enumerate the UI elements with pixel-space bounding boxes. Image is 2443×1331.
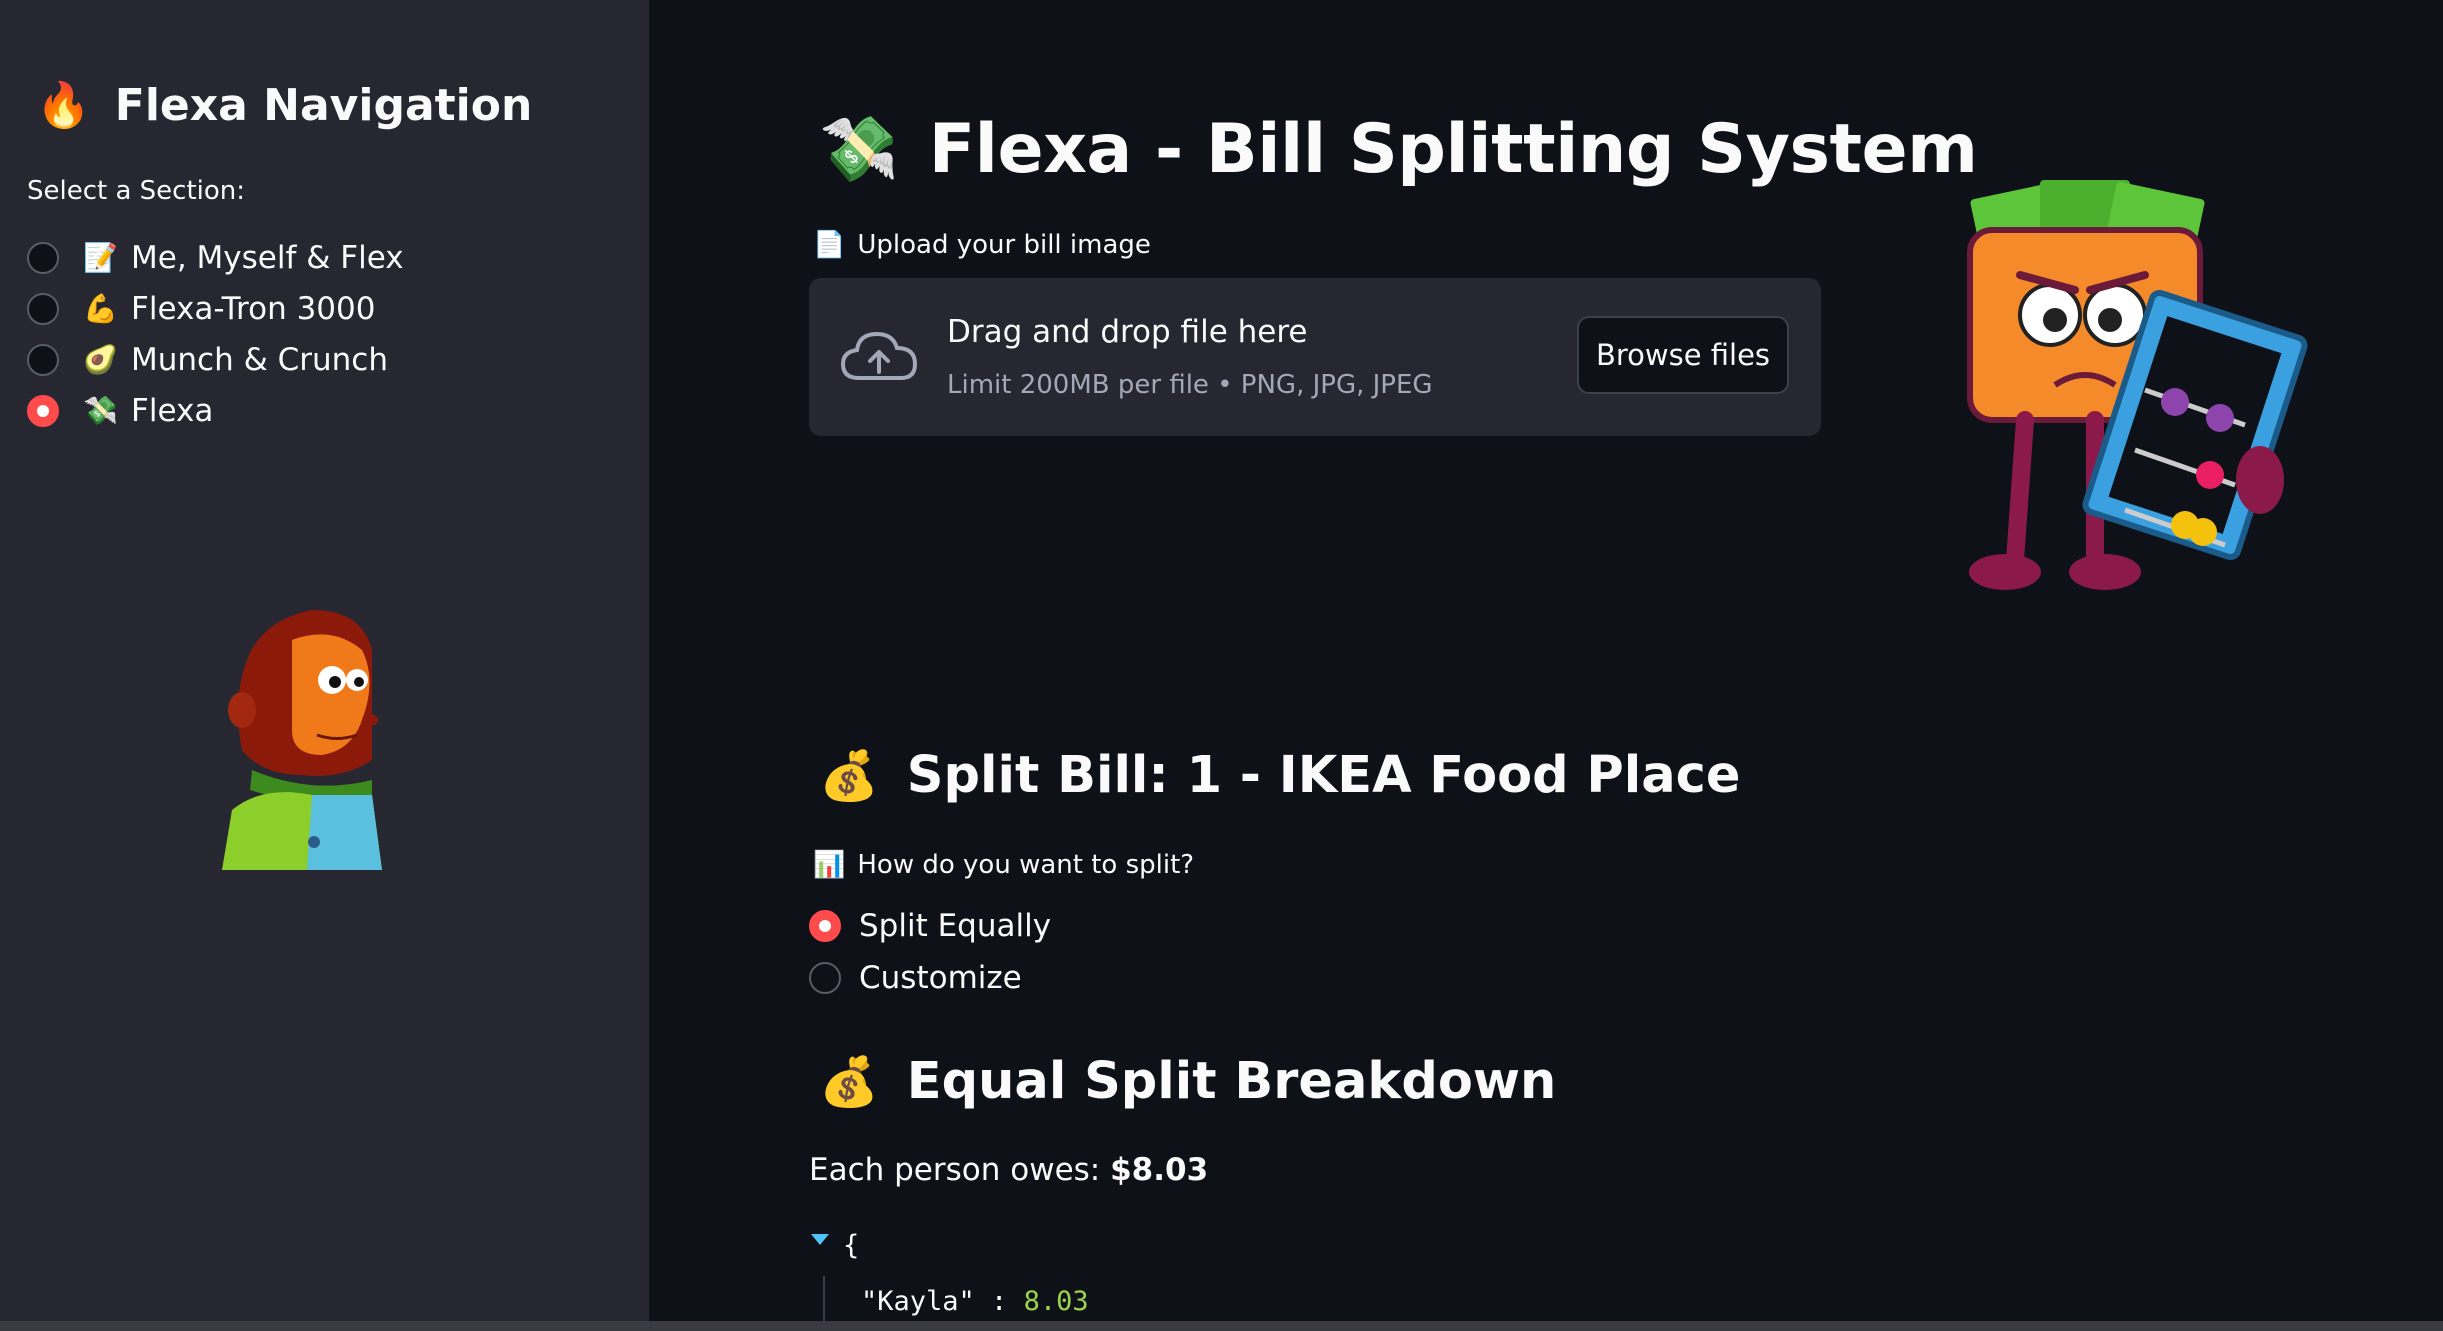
horizontal-scrollbar[interactable] [0, 1321, 2443, 1331]
section-radio-group: 📝 Me, Myself & Flex 💪 Flexa-Tron 3000 🥑 … [27, 232, 404, 436]
wallet-abacus-illustration [1967, 180, 2308, 590]
customize-option[interactable]: Customize [809, 952, 1051, 1004]
flexed-biceps-icon: 💪 [83, 292, 118, 325]
collapse-toggle-icon[interactable] [811, 1234, 829, 1245]
radio-button[interactable] [27, 241, 59, 274]
split-option-label: Customize [859, 960, 1022, 996]
sidebar-item-me-myself-flex[interactable]: 📝 Me, Myself & Flex [27, 232, 404, 283]
sidebar-item-label: Me, Myself & Flex [131, 239, 404, 276]
sidebar-item-flexa[interactable]: 💸 Flexa [27, 385, 404, 436]
money-wings-icon: 💸 [819, 112, 899, 187]
main-content: 💸 Flexa - Bill Splitting System 📄 Upload… [649, 0, 2443, 1331]
owes-label: Each person owes: [809, 1152, 1111, 1188]
cloud-upload-icon [840, 331, 918, 380]
money-wings-icon: 💸 [83, 394, 118, 427]
money-bag-icon: 💰 [819, 1053, 879, 1110]
sidebar-title-text: Flexa Navigation [114, 80, 533, 131]
sidebar-item-flexa-tron[interactable]: 💪 Flexa-Tron 3000 [27, 283, 404, 334]
split-equally-option[interactable]: Split Equally [809, 900, 1051, 952]
sidebar-item-label: Flexa-Tron 3000 [131, 290, 376, 327]
page-title: 💸 Flexa - Bill Splitting System [819, 110, 1978, 189]
radio-button[interactable] [27, 292, 59, 325]
dropzone-limit: Limit 200MB per file • PNG, JPG, JPEG [947, 370, 1433, 400]
json-key: "Kayla" [861, 1286, 975, 1317]
each-person-owes: Each person owes: $8.03 [809, 1152, 1208, 1188]
split-question-text: How do you want to split? [857, 850, 1195, 880]
sidebar-item-label: Flexa [131, 392, 214, 429]
file-dropzone[interactable]: Drag and drop file here Limit 200MB per … [809, 278, 1821, 436]
sidebar: 🔥 Flexa Navigation Select a Section: 📝 M… [0, 0, 649, 1331]
page-title-text: Flexa - Bill Splitting System [928, 110, 1978, 189]
avocado-icon: 🥑 [83, 343, 118, 376]
radio-button-selected[interactable] [809, 910, 841, 942]
json-open-brace: { [843, 1230, 860, 1261]
json-value: 8.03 [1023, 1286, 1089, 1317]
browse-files-button[interactable]: Browse files [1577, 316, 1789, 394]
monkey-illustration [222, 610, 382, 870]
equal-split-heading-text: Equal Split Breakdown [906, 1052, 1557, 1111]
fire-icon: 🔥 [36, 79, 91, 131]
bar-chart-icon: 📊 [813, 850, 846, 880]
sidebar-item-label: Munch & Crunch [131, 341, 388, 378]
section-label: Select a Section: [27, 176, 246, 206]
json-entry: "Kayla" : 8.03 [861, 1286, 1089, 1317]
upload-label: 📄 Upload your bill image [813, 230, 1151, 260]
memo-icon: 📝 [83, 241, 118, 274]
radio-button[interactable] [27, 343, 59, 376]
split-method-radio-group: Split Equally Customize [809, 900, 1051, 1004]
radio-button[interactable] [809, 962, 841, 994]
equal-split-heading: 💰 Equal Split Breakdown [819, 1052, 1556, 1111]
money-bag-icon: 💰 [819, 747, 879, 804]
document-icon: 📄 [813, 230, 846, 260]
split-bill-heading-text: Split Bill: 1 - IKEA Food Place [906, 746, 1741, 805]
dropzone-instruction: Drag and drop file here [947, 314, 1308, 350]
upload-label-text: Upload your bill image [857, 230, 1151, 260]
json-separator: : [974, 1286, 1024, 1317]
sidebar-title: 🔥 Flexa Navigation [36, 80, 532, 131]
radio-button-selected[interactable] [27, 394, 59, 427]
split-option-label: Split Equally [859, 908, 1052, 944]
owes-amount: $8.03 [1110, 1152, 1209, 1188]
split-question-label: 📊 How do you want to split? [813, 850, 1194, 880]
sidebar-item-munch-crunch[interactable]: 🥑 Munch & Crunch [27, 334, 404, 385]
split-bill-heading: 💰 Split Bill: 1 - IKEA Food Place [819, 746, 1741, 805]
